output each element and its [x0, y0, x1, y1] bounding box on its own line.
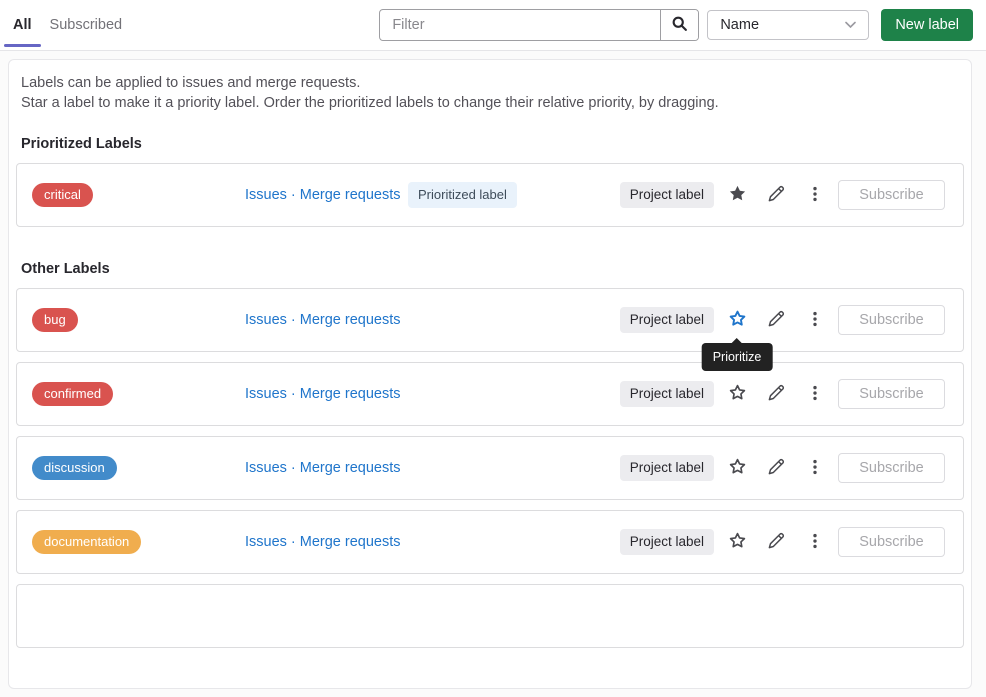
label-badge-discussion[interactable]: discussion [32, 456, 117, 480]
label-options-kebab-button[interactable] [799, 378, 831, 410]
label-options-kebab-button[interactable] [799, 304, 831, 336]
pencil-icon [767, 384, 785, 405]
prioritize-tooltip: Prioritize [702, 343, 773, 371]
kebab-menu-icon [806, 458, 824, 479]
label-row-critical: critical Issues·Merge requests Prioritiz… [16, 163, 964, 227]
star-outline-icon [728, 531, 747, 553]
edit-label-button[interactable] [760, 304, 792, 336]
edit-label-button[interactable] [760, 378, 792, 410]
prioritized-label-badge: Prioritized label [408, 182, 517, 208]
merge-requests-link[interactable]: Merge requests [300, 534, 401, 550]
tab-all[interactable]: All [4, 0, 41, 50]
prioritize-star-button[interactable] [721, 378, 753, 410]
star-outline-icon [728, 383, 747, 405]
star-filled-icon [728, 184, 747, 206]
subscribe-button[interactable]: Subscribe [838, 180, 945, 210]
label-row-bug: bug Issues·Merge requests Project label … [16, 288, 964, 352]
pencil-icon [767, 532, 785, 553]
link-separator: · [291, 534, 296, 550]
subscribe-button[interactable]: Subscribe [838, 305, 945, 335]
tab-subscribed-label: Subscribed [50, 17, 123, 33]
prioritize-star-button[interactable] [721, 526, 753, 558]
kebab-menu-icon [806, 310, 824, 331]
star-outline-icon [728, 457, 747, 479]
labels-page: Labels can be applied to issues and merg… [0, 51, 986, 697]
link-separator: · [291, 386, 296, 402]
label-badge-bug[interactable]: bug [32, 308, 78, 332]
tab-all-label: All [13, 17, 32, 33]
tab-subscribed[interactable]: Subscribed [41, 0, 132, 50]
label-row-discussion: discussion Issues·Merge requests Project… [16, 436, 964, 500]
sort-dropdown-value: Name [720, 17, 759, 33]
merge-requests-link[interactable]: Merge requests [300, 460, 401, 476]
label-options-kebab-button[interactable] [799, 179, 831, 211]
labels-description-line2: Star a label to make it a priority label… [21, 93, 964, 113]
filter-input[interactable] [380, 10, 660, 40]
issues-link[interactable]: Issues [245, 312, 287, 328]
other-labels-title: Other Labels [21, 260, 959, 278]
prioritize-star-button[interactable]: Prioritize [721, 304, 753, 336]
labels-tabs: All Subscribed [4, 0, 131, 50]
label-options-kebab-button[interactable] [799, 526, 831, 558]
label-row-confirmed: confirmed Issues·Merge requests Project … [16, 362, 964, 426]
filter-group [379, 9, 699, 41]
label-badge-confirmed[interactable]: confirmed [32, 382, 113, 406]
unprioritize-star-button[interactable] [721, 179, 753, 211]
project-label-badge: Project label [620, 307, 714, 333]
link-separator: · [291, 312, 296, 328]
prioritize-star-button[interactable] [721, 452, 753, 484]
project-label-badge: Project label [620, 529, 714, 555]
link-separator: · [291, 187, 296, 203]
merge-requests-link[interactable]: Merge requests [300, 386, 401, 402]
merge-requests-link[interactable]: Merge requests [300, 312, 401, 328]
label-badge-critical[interactable]: critical [32, 183, 93, 207]
labels-description-line1: Labels can be applied to issues and merg… [21, 73, 964, 93]
issues-link[interactable]: Issues [245, 386, 287, 402]
edit-label-button[interactable] [760, 179, 792, 211]
pencil-icon [767, 185, 785, 206]
labels-toolbar: All Subscribed Name [0, 0, 986, 51]
subscribe-button[interactable]: Subscribe [838, 453, 945, 483]
label-badge-documentation[interactable]: documentation [32, 530, 141, 554]
issues-link[interactable]: Issues [245, 460, 287, 476]
toolbar-controls: Name New label [379, 9, 973, 41]
edit-label-button[interactable] [760, 452, 792, 484]
subscribe-button[interactable]: Subscribe [838, 527, 945, 557]
issues-link[interactable]: Issues [245, 187, 287, 203]
subscribe-button[interactable]: Subscribe [838, 379, 945, 409]
kebab-menu-icon [806, 384, 824, 405]
project-label-badge: Project label [620, 381, 714, 407]
chevron-down-icon [845, 17, 856, 33]
kebab-menu-icon [806, 185, 824, 206]
search-icon [671, 15, 688, 35]
link-separator: · [291, 460, 296, 476]
edit-label-button[interactable] [760, 526, 792, 558]
label-row-partial [16, 584, 964, 648]
labels-container: Labels can be applied to issues and merg… [8, 59, 972, 689]
project-label-badge: Project label [620, 455, 714, 481]
project-label-badge: Project label [620, 182, 714, 208]
label-row-documentation: documentation Issues·Merge requests Proj… [16, 510, 964, 574]
search-button[interactable] [660, 10, 698, 40]
new-label-button[interactable]: New label [881, 9, 973, 41]
star-outline-icon-hover [728, 309, 747, 331]
sort-dropdown[interactable]: Name [707, 10, 869, 40]
kebab-menu-icon [806, 532, 824, 553]
merge-requests-link[interactable]: Merge requests [300, 187, 401, 203]
issues-link[interactable]: Issues [245, 534, 287, 550]
prioritized-labels-title: Prioritized Labels [21, 135, 959, 153]
label-options-kebab-button[interactable] [799, 452, 831, 484]
pencil-icon [767, 310, 785, 331]
pencil-icon [767, 458, 785, 479]
